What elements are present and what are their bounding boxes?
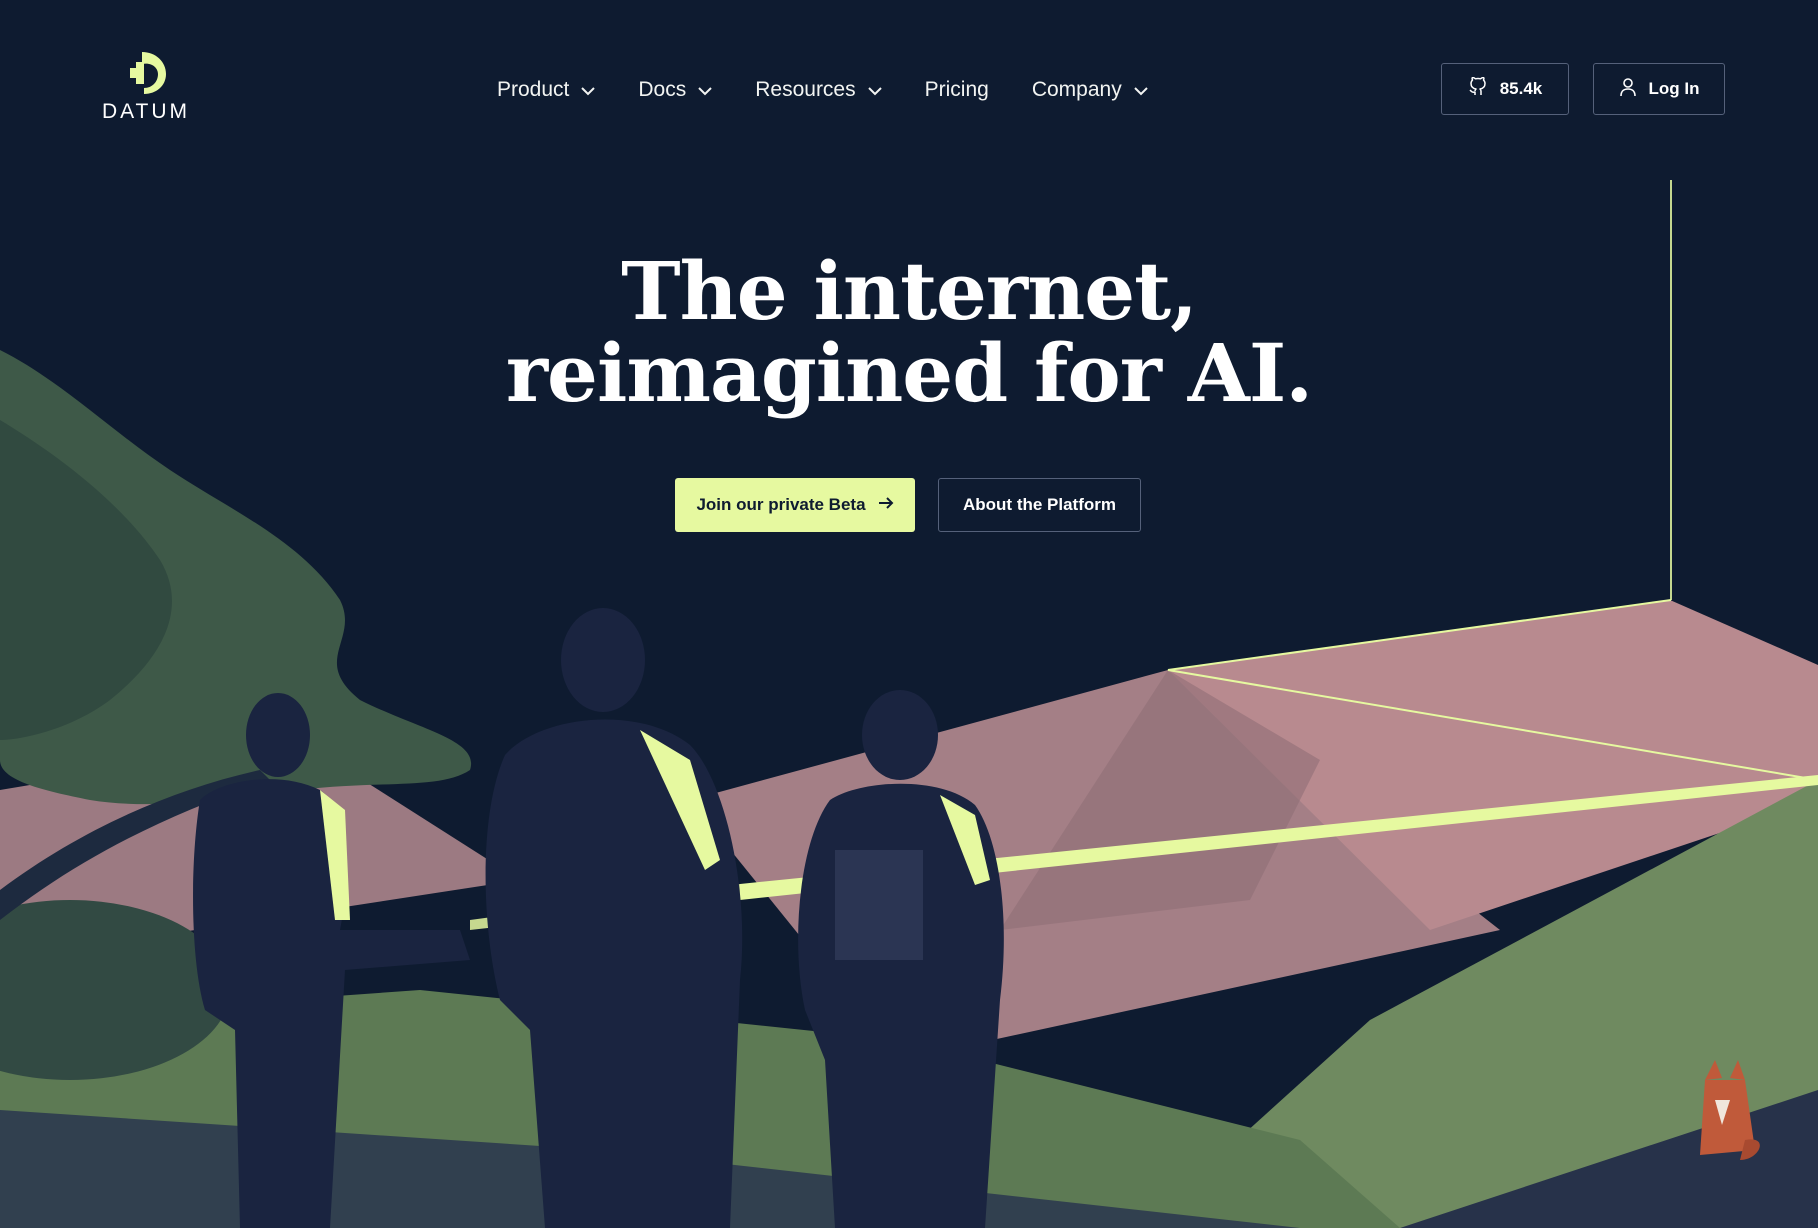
- login-label: Log In: [1648, 79, 1700, 98]
- github-stars-count: 85.4k: [1499, 79, 1543, 98]
- main-nav: Product Docs Resources Pricing Company: [497, 78, 1191, 102]
- github-icon: [1468, 76, 1488, 102]
- nav-item-label: Docs: [638, 78, 687, 101]
- login-button[interactable]: Log In: [1593, 63, 1725, 115]
- nav-item-resources[interactable]: Resources: [755, 78, 882, 102]
- brand-logo[interactable]: DATUM: [96, 50, 196, 124]
- hero-title-line2: reimagined for AI.: [505, 326, 1313, 420]
- join-beta-label: Join our private Beta: [696, 495, 866, 514]
- nav-item-label: Company: [1031, 78, 1122, 101]
- user-icon: [1619, 77, 1637, 102]
- hero-title-line1: The internet,: [621, 244, 1198, 338]
- chevron-down-icon: [581, 78, 596, 102]
- datum-logo-icon: [130, 52, 166, 94]
- nav-item-label: Pricing: [924, 78, 989, 101]
- chevron-down-icon: [698, 78, 712, 102]
- join-beta-button[interactable]: Join our private Beta: [675, 478, 915, 532]
- nav-item-label: Resources: [755, 78, 856, 101]
- nav-item-pricing[interactable]: Pricing: [925, 78, 989, 102]
- nav-item-company[interactable]: Company: [1032, 78, 1148, 102]
- about-platform-label: About the Platform: [963, 495, 1116, 514]
- nav-item-label: Product: [497, 78, 570, 101]
- brand-name: DATUM: [101, 100, 191, 123]
- about-platform-button[interactable]: About the Platform: [938, 478, 1141, 532]
- hero-title: The internet, reimagined for AI.: [0, 250, 1818, 414]
- arrow-right-icon: [878, 495, 894, 515]
- site-header: DATUM Product Docs Resources Pricing Com…: [0, 0, 1818, 190]
- chevron-down-icon: [867, 78, 882, 102]
- nav-item-product[interactable]: Product: [497, 78, 596, 102]
- nav-item-docs[interactable]: Docs: [638, 78, 712, 102]
- github-stars-button[interactable]: 85.4k: [1441, 63, 1569, 115]
- chevron-down-icon: [1134, 78, 1148, 102]
